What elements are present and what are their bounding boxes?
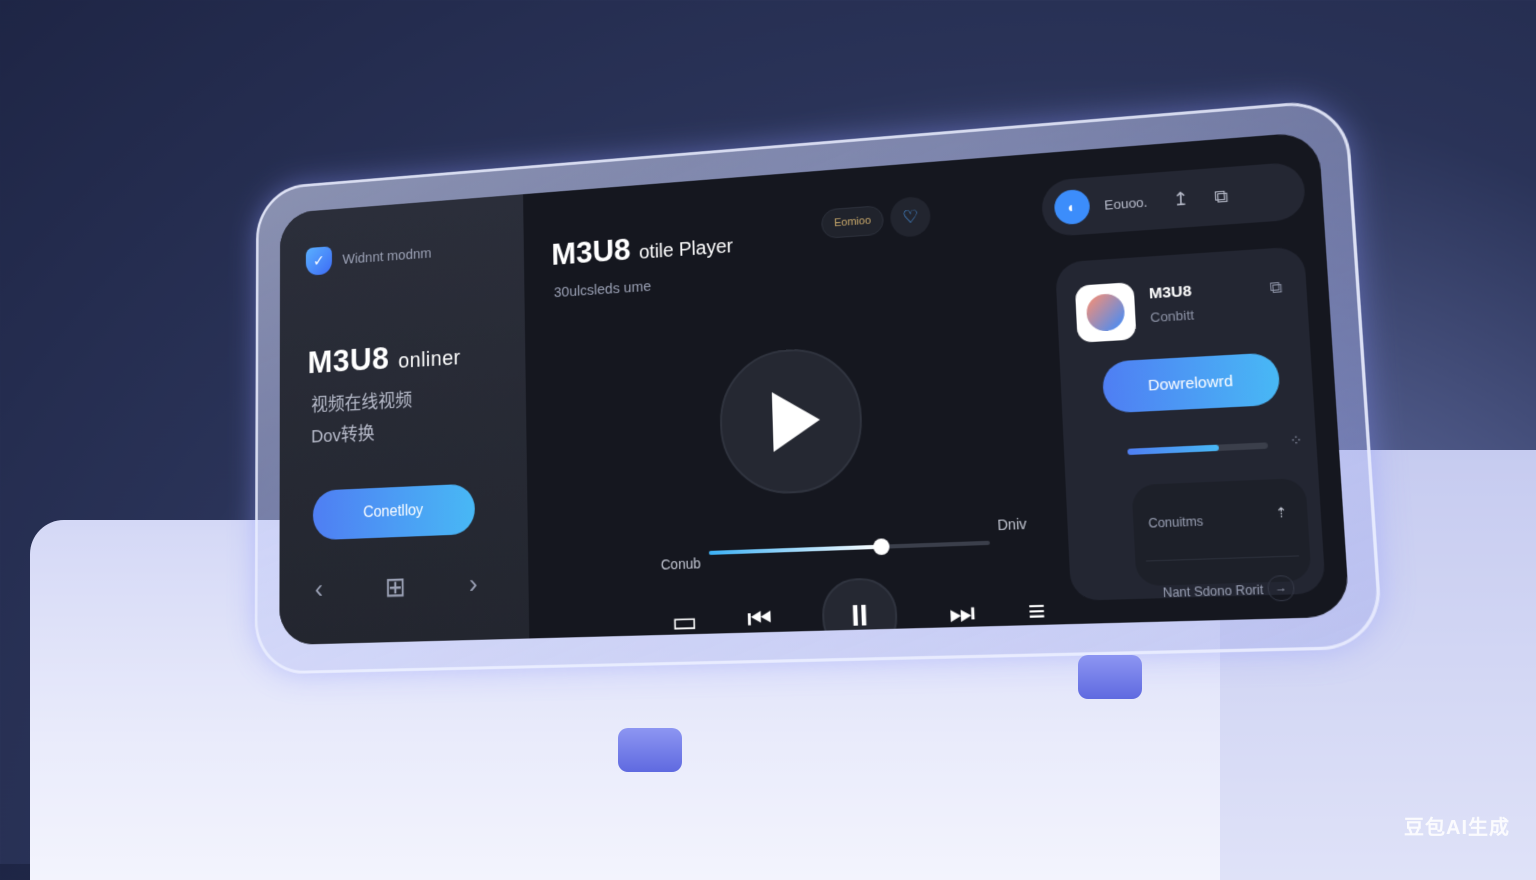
left-panel-line1: 视频在线视频 [311,390,413,417]
tablet-device: ✓ Widnnt modnm M3U8 onliner 视频在线视频 Dov转换… [254,98,1384,675]
shield-check-icon: ✓ [305,246,332,276]
account-icon[interactable]: ◐ [1053,188,1091,226]
seek-bar[interactable] [708,538,990,556]
player-subtitle: 30ulcsleds ume [553,278,652,302]
tablet-screen: ✓ Widnnt modnm M3U8 onliner 视频在线视频 Dov转换… [279,131,1350,646]
left-panel: ✓ Widnnt modnm M3U8 onliner 视频在线视频 Dov转换… [279,194,530,646]
player-title-main: M3U8 [551,231,631,272]
download-button[interactable]: Dowrelowrd [1101,352,1281,414]
quality-chip[interactable]: Eomioo [820,205,885,239]
external-icon[interactable]: ⧉ [1269,279,1283,298]
card-subtitle: Conbitt [1149,307,1195,326]
seek-knob[interactable] [872,538,890,556]
chevron-right-icon[interactable]: › [469,568,478,601]
download-progress-fill [1127,444,1219,456]
left-title-suffix: onliner [398,345,461,373]
play-icon [771,389,821,452]
player-title: M3U8 otile Player [551,224,733,273]
watermark: 豆包AI生成 [1404,817,1510,839]
heart-icon[interactable]: ♡ [889,195,932,239]
player-title-suffix: otile Player [638,235,734,264]
options-card: Conuitms ⇡ Nant Sdono Rorit → [1131,477,1312,602]
left-nav: ‹ ⊞ › [315,568,478,605]
download-card: M3U8 Conbitt ⧉ Dowrelowrd ⁘ Conuitms ⇡ N… [1055,246,1326,602]
skip-previous-icon[interactable]: ⏮ [747,602,773,636]
skip-next-icon[interactable]: ⏭ [948,596,975,631]
app-icon [1074,282,1137,343]
expand-icon[interactable]: ⁘ [1289,431,1303,450]
time-current: Conub [660,555,701,573]
brand-name: Widnnt modnm [342,244,432,268]
chevron-left-icon[interactable]: ‹ [315,574,323,606]
app-avatar [1085,292,1126,332]
divider [1146,555,1300,562]
brand: ✓ Widnnt modnm [305,239,432,276]
download-progress [1127,442,1269,456]
left-cta-button[interactable]: Conetlloy [312,483,476,541]
options-row2-label: Nant Sdono Rorit [1162,582,1264,601]
card-title: M3U8 [1148,282,1193,303]
top-bar: ◐ Eouoo. ↥ ⧉ [1040,161,1307,238]
seek-bar-fill [708,544,882,555]
play-button[interactable] [718,345,865,497]
arrow-right-icon[interactable]: → [1266,574,1296,602]
left-panel-title: M3U8 onliner [308,336,461,382]
screen-icon[interactable]: ▭ [671,604,697,638]
grid-icon[interactable]: ⊞ [385,571,406,604]
right-column: ◐ Eouoo. ↥ ⧉ M3U8 Conbitt ⧉ Dowrelowrd ⁘… [1029,131,1350,624]
left-title-main: M3U8 [307,340,390,381]
figure-icon[interactable]: ⇡ [1275,504,1288,522]
top-bar-label: Eouoo. [1103,193,1148,213]
player-area: M3U8 otile Player 30ulcsleds ume Eomioo … [523,155,1046,646]
left-panel-line2: Dov转换 [311,424,375,448]
stand-foot-right [1078,655,1142,699]
stack-icon[interactable]: ⧉ [1214,185,1229,207]
share-icon[interactable]: ↥ [1172,188,1189,210]
menu-icon[interactable]: ≡ [1027,594,1046,628]
options-row1-label: Conuitms [1148,513,1204,531]
time-end: Dniv [997,515,1027,534]
stand-foot-left [618,728,682,772]
